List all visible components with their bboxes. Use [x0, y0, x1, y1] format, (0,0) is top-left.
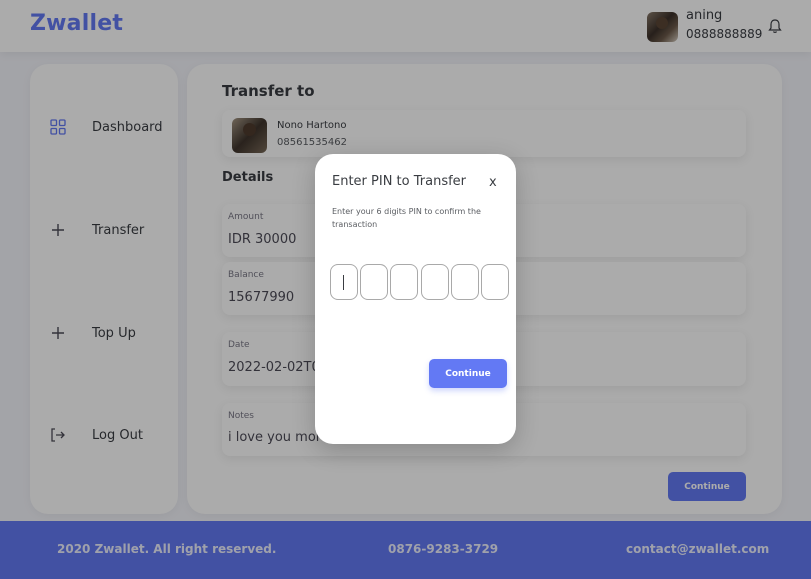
- pin-input-4[interactable]: [421, 264, 449, 300]
- modal-continue-button[interactable]: Continue: [429, 359, 507, 388]
- close-button[interactable]: x: [489, 175, 497, 190]
- pin-input-3[interactable]: [390, 264, 418, 300]
- pin-input-1[interactable]: [330, 264, 358, 300]
- text-caret: [343, 275, 344, 290]
- pin-modal: Enter PIN to Transfer x Enter your 6 dig…: [315, 154, 516, 444]
- pin-input-6[interactable]: [481, 264, 509, 300]
- modal-description: Enter your 6 digits PIN to confirm the t…: [332, 207, 481, 229]
- pin-input-5[interactable]: [451, 264, 479, 300]
- modal-title: Enter PIN to Transfer: [332, 174, 467, 189]
- pin-input-2[interactable]: [360, 264, 388, 300]
